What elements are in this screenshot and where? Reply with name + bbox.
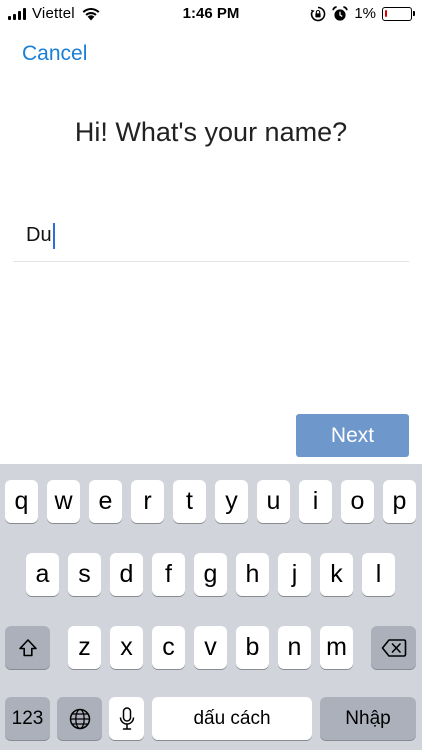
name-input-value: Du: [26, 224, 52, 246]
key-d[interactable]: d: [110, 553, 143, 596]
key-m[interactable]: m: [320, 626, 353, 669]
backspace-icon: [381, 638, 406, 657]
next-button[interactable]: Next: [296, 414, 409, 457]
key-p[interactable]: p: [383, 480, 416, 523]
key-r[interactable]: r: [131, 480, 164, 523]
key-o[interactable]: o: [341, 480, 374, 523]
key-w[interactable]: w: [47, 480, 80, 523]
shift-key[interactable]: [5, 626, 50, 669]
globe-key[interactable]: [57, 697, 102, 740]
microphone-icon: [119, 706, 134, 730]
backspace-key[interactable]: [371, 626, 416, 669]
key-k[interactable]: k: [320, 553, 353, 596]
key-f[interactable]: f: [152, 553, 185, 596]
key-q[interactable]: q: [5, 480, 38, 523]
battery-icon: [382, 6, 415, 21]
space-key[interactable]: dấu cách: [152, 697, 312, 740]
dictation-key[interactable]: [109, 697, 144, 740]
key-c[interactable]: c: [152, 626, 185, 669]
key-n[interactable]: n: [278, 626, 311, 669]
key-x[interactable]: x: [110, 626, 143, 669]
key-t[interactable]: t: [173, 480, 206, 523]
key-b[interactable]: b: [236, 626, 269, 669]
text-caret: [52, 222, 55, 249]
key-u[interactable]: u: [257, 480, 290, 523]
cancel-button[interactable]: Cancel: [22, 42, 87, 66]
keyboard: q w e r t y u i o p a s d f g h j k l z …: [0, 464, 422, 750]
key-g[interactable]: g: [194, 553, 227, 596]
name-input[interactable]: Du: [13, 210, 409, 262]
alarm-icon: [332, 5, 349, 21]
wifi-icon: [82, 7, 100, 20]
key-j[interactable]: j: [278, 553, 311, 596]
key-i[interactable]: i: [299, 480, 332, 523]
page-title: Hi! What's your name?: [74, 117, 348, 147]
shift-icon: [18, 638, 37, 656]
key-v[interactable]: v: [194, 626, 227, 669]
key-z[interactable]: z: [68, 626, 101, 669]
return-key[interactable]: Nhập: [320, 697, 416, 740]
key-e[interactable]: e: [89, 480, 122, 523]
key-y[interactable]: y: [215, 480, 248, 523]
key-h[interactable]: h: [236, 553, 269, 596]
signal-icon: [8, 7, 26, 20]
carrier-name: Viettel: [32, 5, 75, 22]
key-a[interactable]: a: [26, 553, 59, 596]
status-right: 1%: [310, 5, 415, 22]
key-l[interactable]: l: [362, 553, 395, 596]
globe-icon: [69, 708, 90, 729]
battery-percent: 1%: [354, 5, 376, 22]
key-s[interactable]: s: [68, 553, 101, 596]
status-bar: Viettel 1:46 PM 1%: [0, 0, 422, 28]
status-left: Viettel: [8, 5, 101, 22]
rotation-lock-icon: [311, 6, 326, 21]
numbers-key[interactable]: 123: [5, 697, 50, 740]
